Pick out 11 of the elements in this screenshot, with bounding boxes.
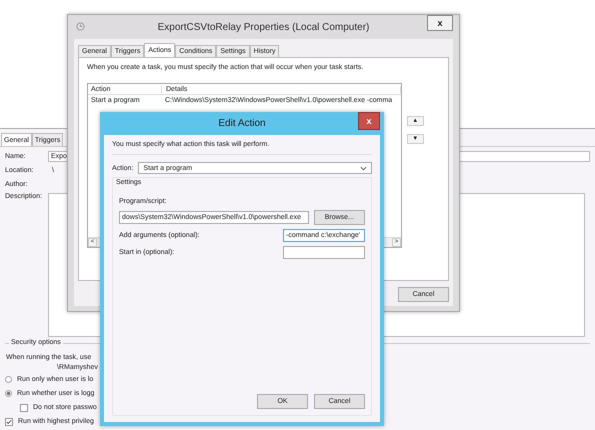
start-in-field[interactable] xyxy=(283,246,365,259)
checkbox[interactable] xyxy=(20,404,28,412)
radio-button[interactable] xyxy=(5,376,12,383)
close-button[interactable]: x xyxy=(427,15,453,31)
clock-icon xyxy=(76,22,85,31)
checkbox[interactable] xyxy=(5,418,13,426)
radio-button[interactable] xyxy=(5,390,12,397)
window-title: ExportCSVtoRelay Properties (Local Computer) xyxy=(158,22,370,32)
chevron-down-icon xyxy=(360,166,367,170)
close-button[interactable]: x xyxy=(358,112,380,130)
dialog-title: Edit Action xyxy=(218,118,266,129)
